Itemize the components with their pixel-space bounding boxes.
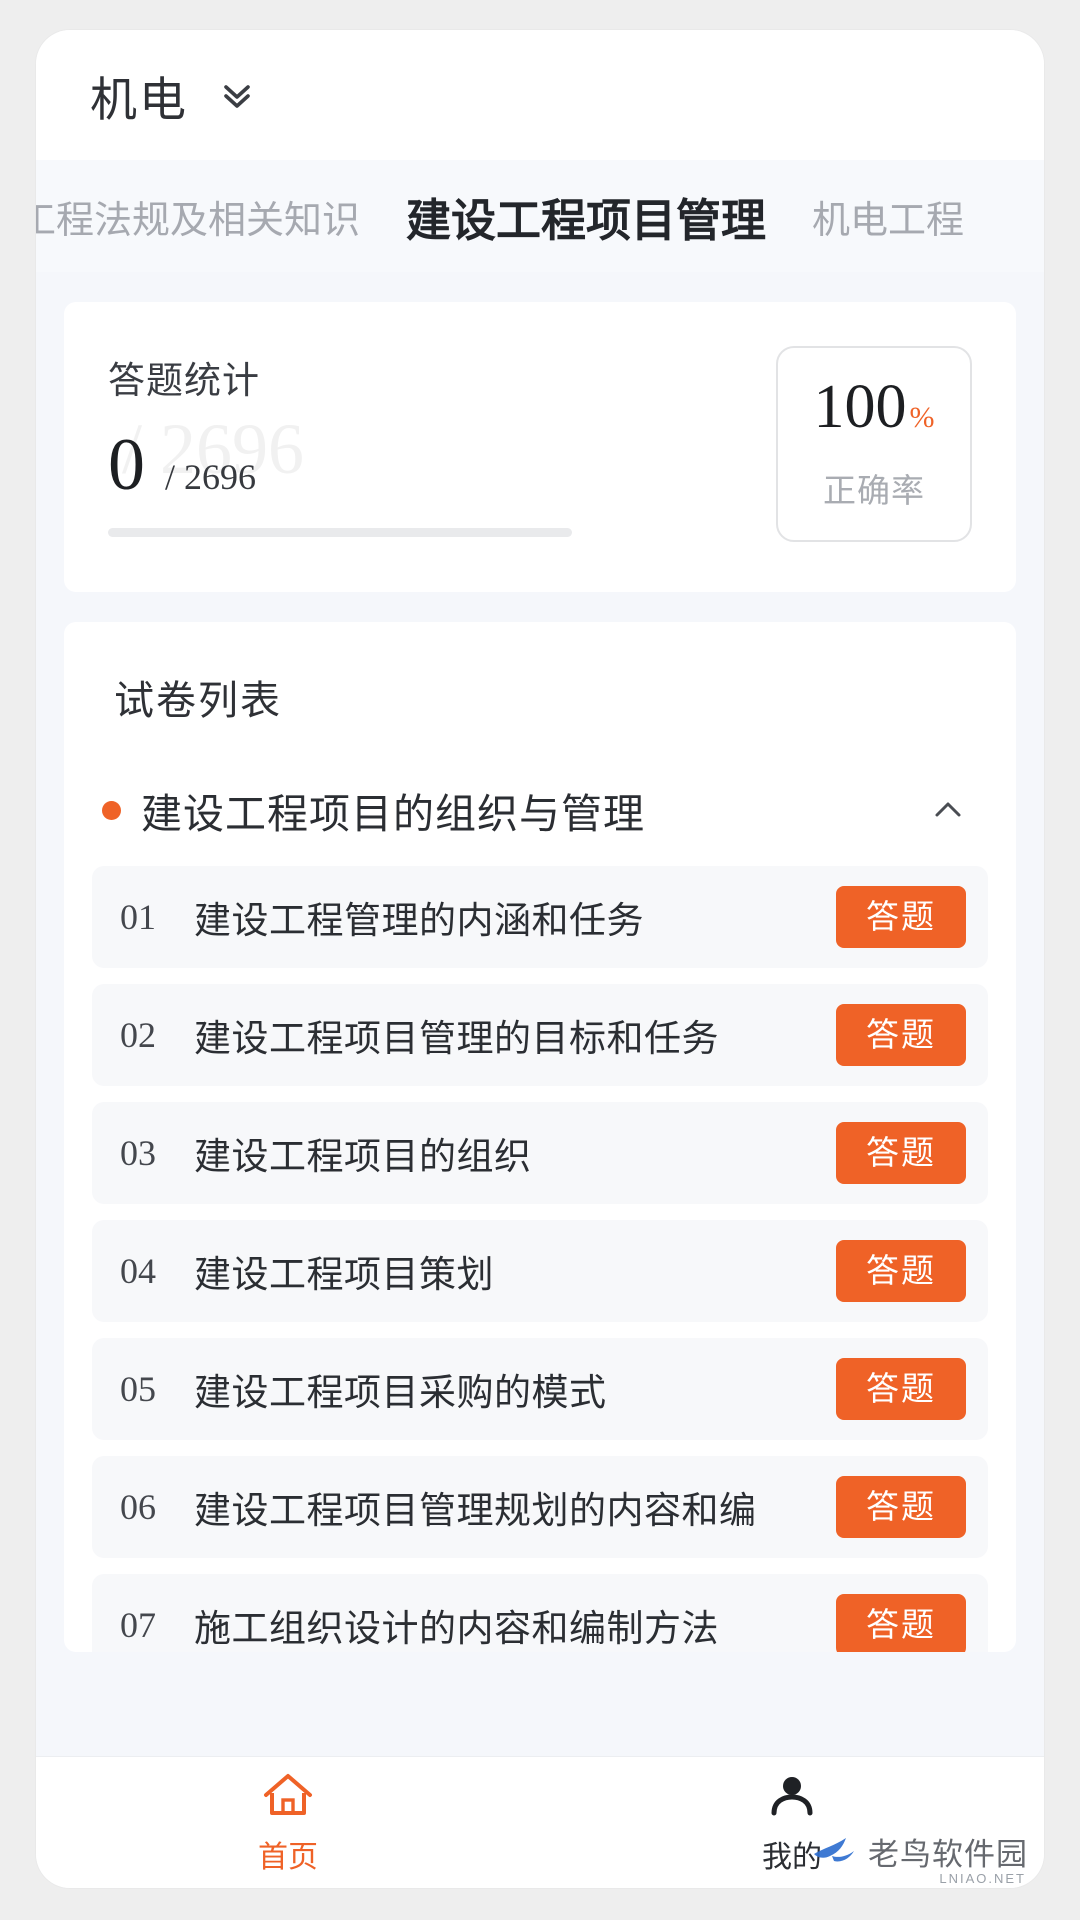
- screen-root: 机电 工程法规及相关知识 建设工程项目管理 机电工程 答题统计 / 2696 0…: [0, 0, 1080, 1920]
- tab-regulations[interactable]: 工程法规及相关知识: [36, 189, 380, 244]
- subject-tabs[interactable]: 工程法规及相关知识 建设工程项目管理 机电工程: [36, 160, 1044, 272]
- answered-count: 0: [108, 424, 145, 506]
- answer-button[interactable]: 答题: [836, 1358, 966, 1420]
- answer-button[interactable]: 答题: [836, 886, 966, 948]
- table-row[interactable]: 05 建设工程项目采购的模式 答题: [92, 1338, 988, 1440]
- nav-item-home[interactable]: 首页: [36, 1757, 540, 1888]
- bird-icon: [812, 1834, 858, 1869]
- nav-label-home: 首页: [258, 1841, 318, 1874]
- item-number: 04: [120, 1251, 156, 1291]
- chapter-title: 建设工程项目的组织与管理: [141, 791, 645, 837]
- item-number: 06: [120, 1487, 156, 1527]
- chapter-header[interactable]: 建设工程项目的组织与管理: [92, 780, 988, 840]
- bullet-dot-icon: [102, 800, 121, 820]
- tab-mechanical-electrical[interactable]: 机电工程: [792, 189, 984, 244]
- answer-button[interactable]: 答题: [836, 1594, 966, 1652]
- item-number: 07: [120, 1605, 156, 1645]
- stats-left: 答题统计 / 2696 0 / 2696: [108, 346, 776, 537]
- item-number: 02: [120, 1015, 156, 1055]
- item-number: 03: [120, 1133, 156, 1173]
- answer-button[interactable]: 答题: [836, 1240, 966, 1302]
- table-row[interactable]: 07 施工组织设计的内容和编制方法 答题: [92, 1574, 988, 1652]
- item-number: 05: [120, 1369, 156, 1409]
- item-number: 01: [120, 897, 156, 937]
- item-title: 建设工程项目策划: [194, 1254, 494, 1295]
- chevron-up-icon[interactable]: [926, 788, 970, 832]
- answer-button[interactable]: 答题: [836, 1122, 966, 1184]
- accuracy-value-row: 100 %: [814, 376, 935, 438]
- app-header: 机电: [36, 30, 1044, 160]
- answer-button[interactable]: 答题: [836, 1476, 966, 1538]
- item-title: 施工组织设计的内容和编制方法: [194, 1608, 719, 1649]
- item-title: 建设工程项目管理规划的内容和编: [194, 1490, 757, 1531]
- table-row[interactable]: 02 建设工程项目管理的目标和任务 答题: [92, 984, 988, 1086]
- item-title: 建设工程项目管理的目标和任务: [194, 1018, 719, 1059]
- watermark-subtext: LNIAO.NET: [939, 1871, 1026, 1886]
- page-title: 机电: [90, 72, 188, 126]
- progress-bar: [108, 528, 572, 537]
- accuracy-card: 100 % 正确率: [776, 346, 972, 542]
- table-row[interactable]: 04 建设工程项目策划 答题: [92, 1220, 988, 1322]
- quiz-item-list: 01 建设工程管理的内涵和任务 答题 02 建设工程项目管理的目标和任务 答题 …: [92, 866, 988, 1652]
- item-title: 建设工程项目采购的模式: [194, 1372, 607, 1413]
- paper-list-card: 试卷列表 建设工程项目的组织与管理 01 建设工程管理的内涵和任务 答题 02: [64, 622, 1016, 1652]
- accuracy-percent-sign: %: [909, 401, 935, 434]
- stats-label: 答题统计: [108, 360, 260, 401]
- watermark-text: 老鸟软件园: [868, 1837, 1028, 1872]
- person-icon: [766, 1769, 818, 1826]
- accuracy-label: 正确率: [823, 472, 925, 509]
- total-count: / 2696: [165, 457, 257, 497]
- watermark: 老鸟软件园: [812, 1829, 1028, 1874]
- table-row[interactable]: 03 建设工程项目的组织 答题: [92, 1102, 988, 1204]
- home-icon: [259, 1769, 317, 1826]
- accuracy-value: 100: [813, 373, 907, 441]
- item-title: 建设工程管理的内涵和任务: [194, 900, 644, 941]
- phone-viewport: 机电 工程法规及相关知识 建设工程项目管理 机电工程 答题统计 / 2696 0…: [36, 30, 1044, 1888]
- tab-project-management[interactable]: 建设工程项目管理: [380, 184, 792, 249]
- stats-card: 答题统计 / 2696 0 / 2696 100 % 正确率: [64, 302, 1016, 592]
- table-row[interactable]: 01 建设工程管理的内涵和任务 答题: [92, 866, 988, 968]
- paper-list-title: 试卷列表: [114, 679, 282, 723]
- table-row[interactable]: 06 建设工程项目管理规划的内容和编 答题: [92, 1456, 988, 1558]
- answer-button[interactable]: 答题: [836, 1004, 966, 1066]
- item-title: 建设工程项目的组织: [194, 1136, 532, 1177]
- stats-numbers: / 2696 0 / 2696: [108, 409, 776, 506]
- double-chevron-down-icon[interactable]: [214, 72, 260, 118]
